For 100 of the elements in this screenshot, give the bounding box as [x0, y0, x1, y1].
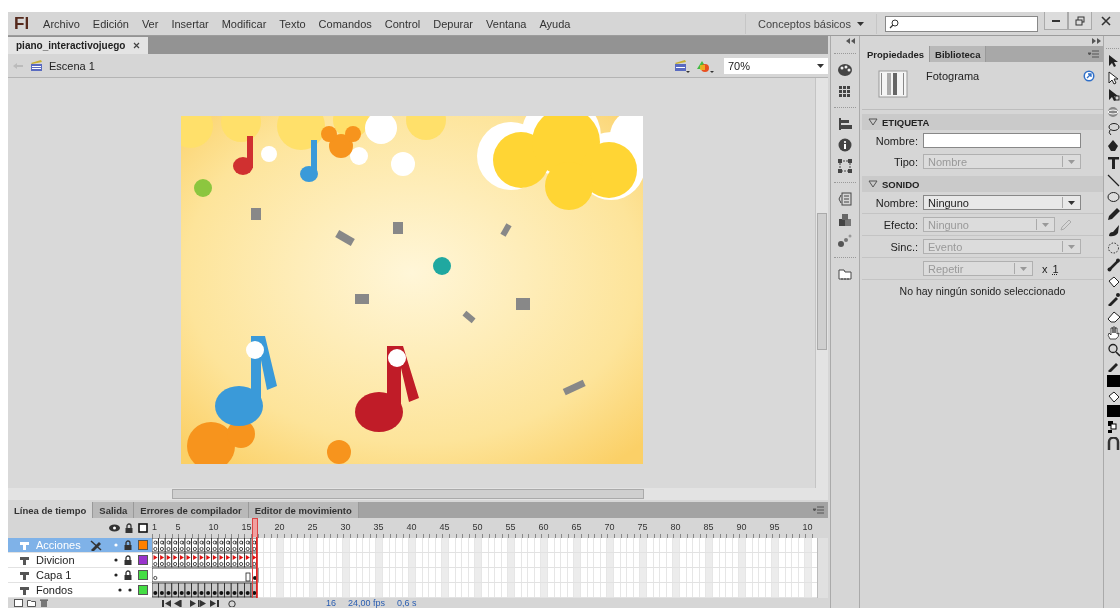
info-icon[interactable]: [838, 138, 852, 152]
disclosure-triangle-icon: [868, 118, 878, 126]
menu-item[interactable]: Depurar: [433, 17, 474, 30]
panel-tab[interactable]: Propiedades: [862, 46, 931, 62]
text-field[interactable]: [923, 133, 1081, 148]
paint-bucket-icon[interactable]: [1107, 275, 1120, 289]
horizontal-scrollbar[interactable]: [8, 488, 828, 500]
swap-colors-icon[interactable]: [1107, 420, 1120, 434]
help-icon[interactable]: [1083, 70, 1095, 82]
panel-menu-icon[interactable]: [1088, 50, 1099, 58]
dot-icon[interactable]: [114, 573, 118, 577]
outline-square-icon[interactable]: [138, 523, 148, 533]
lock-icon[interactable]: [124, 555, 132, 565]
color-swatch-icon[interactable]: [138, 570, 148, 580]
dot-icon[interactable]: [114, 543, 118, 547]
layer-row[interactable]: Fondos: [8, 583, 152, 598]
new-layer-icon[interactable]: [14, 599, 23, 607]
code-snippets-icon[interactable]: [838, 192, 852, 206]
text-tool-icon[interactable]: [1107, 156, 1120, 170]
bone-icon[interactable]: [1107, 258, 1120, 272]
section-header[interactable]: ETIQUETA: [862, 114, 1103, 130]
frame-number: 35: [373, 522, 384, 532]
components-icon[interactable]: [838, 213, 852, 227]
keyframes-drawing[interactable]: [152, 583, 259, 598]
color-swatch-icon[interactable]: [138, 555, 148, 565]
close-icon[interactable]: [133, 42, 141, 49]
menu-item[interactable]: Control: [384, 17, 421, 30]
times-label: x: [1042, 262, 1048, 275]
panel-tab[interactable]: Biblioteca: [930, 46, 987, 62]
eyedropper-icon[interactable]: [1107, 292, 1120, 306]
scene-name[interactable]: Escena 1: [49, 59, 95, 72]
panel-tab[interactable]: Editor de movimiento: [248, 502, 359, 518]
lock-icon[interactable]: [124, 540, 132, 550]
label-keyframes-drawing[interactable]: [152, 553, 259, 568]
search-field[interactable]: [885, 15, 1038, 32]
lock-icon[interactable]: [125, 523, 133, 533]
menu-item[interactable]: Texto: [279, 17, 306, 30]
menu-item[interactable]: Edición: [92, 17, 129, 30]
trash-icon[interactable]: [40, 599, 48, 607]
folder-icon[interactable]: [838, 267, 852, 281]
caret-icon: [1068, 199, 1075, 206]
fill-swatch-icon[interactable]: [1107, 405, 1120, 417]
menu-item[interactable]: Modificar: [221, 17, 267, 30]
menu-item[interactable]: Archivo: [43, 17, 80, 30]
timeline-scrollbar[interactable]: [817, 538, 828, 598]
magnifier-icon[interactable]: [1107, 343, 1120, 357]
frame-rate: 24,00 fps: [348, 598, 386, 608]
motion-presets-icon[interactable]: [838, 234, 852, 248]
document-tab[interactable]: piano_interactivojuego: [8, 37, 149, 54]
menu-item[interactable]: Insertar: [171, 17, 209, 30]
pencil-icon[interactable]: [1107, 207, 1120, 221]
color-swatch-icon[interactable]: [138, 585, 148, 595]
transform-icon[interactable]: [1107, 88, 1120, 102]
lock-icon[interactable]: [124, 570, 132, 580]
palette-icon[interactable]: [838, 63, 852, 77]
field-label: Tipo:: [892, 155, 918, 168]
section-header[interactable]: SONIDO: [862, 176, 1103, 192]
color-swatch-icon[interactable]: [138, 540, 148, 550]
eraser-icon[interactable]: [1107, 309, 1120, 323]
brush-icon[interactable]: [1107, 224, 1120, 238]
transform-icon[interactable]: [838, 159, 852, 173]
panel-tab[interactable]: Errores de compilador: [134, 502, 249, 518]
workspace-switcher[interactable]: Conceptos básicos: [745, 13, 877, 34]
hand-icon[interactable]: [1107, 326, 1120, 340]
panel-menu-icon[interactable]: [813, 506, 824, 514]
collapse-icon[interactable]: [846, 38, 855, 44]
stroke-color-icon[interactable]: [1107, 360, 1120, 372]
action-keyframes-drawing[interactable]: [152, 538, 259, 553]
frame-number: 85: [703, 522, 714, 532]
dropdown[interactable]: Ninguno: [923, 195, 1081, 210]
line-icon[interactable]: [1107, 173, 1120, 187]
eye-icon[interactable]: [109, 524, 120, 532]
spray-icon[interactable]: [1107, 241, 1120, 255]
vertical-scrollbar[interactable]: [815, 78, 828, 488]
playhead[interactable]: [252, 518, 258, 598]
menu-item[interactable]: Ver: [141, 17, 159, 30]
menu-item[interactable]: Ventana: [486, 17, 527, 30]
oval-icon[interactable]: [1107, 190, 1120, 204]
snap-magnet-icon[interactable]: [1107, 437, 1120, 451]
menu-item[interactable]: Comandos: [318, 17, 372, 30]
layer-row[interactable]: Capa 1: [8, 568, 152, 583]
fill-color-icon[interactable]: [1107, 390, 1120, 402]
minimize-icon: [1052, 19, 1060, 22]
swatches-icon[interactable]: [838, 84, 852, 98]
panel-tab[interactable]: Salida: [93, 502, 135, 518]
arrow-icon[interactable]: [1107, 54, 1120, 68]
subselection-arrow-icon[interactable]: [1107, 71, 1120, 85]
align-icon[interactable]: [838, 117, 852, 131]
dot-icon[interactable]: [114, 558, 118, 562]
minimize-button[interactable]: [1044, 12, 1068, 30]
restore-button[interactable]: [1068, 12, 1092, 30]
edit-scene-icon[interactable]: [674, 58, 690, 73]
stroke-swatch-icon[interactable]: [1107, 375, 1120, 387]
zoom-dropdown[interactable]: 70%: [724, 57, 828, 74]
dot-icon[interactable]: [128, 588, 132, 592]
expand-icon[interactable]: [1092, 38, 1101, 44]
lasso-icon[interactable]: [1107, 122, 1120, 136]
panel-tab[interactable]: Línea de tiempo: [8, 502, 94, 518]
menu-item[interactable]: Ayuda: [539, 17, 571, 30]
dot-icon[interactable]: [118, 588, 122, 592]
